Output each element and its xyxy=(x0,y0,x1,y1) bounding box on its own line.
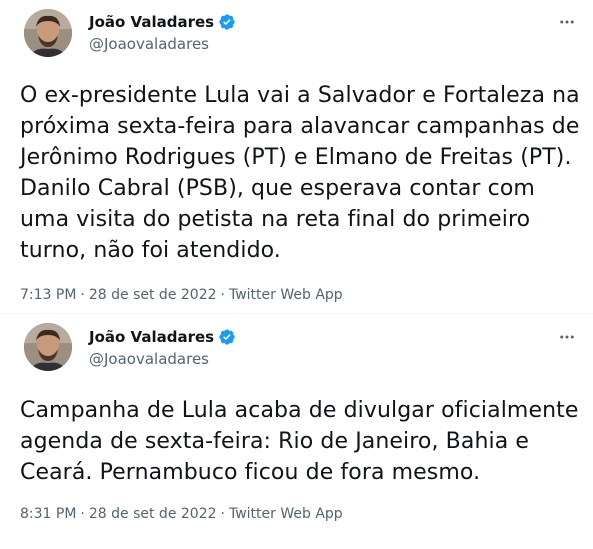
tweet-time[interactable]: 8:31 PM xyxy=(20,506,76,522)
separator: · xyxy=(220,506,225,522)
display-name[interactable]: João Valadares xyxy=(89,327,236,347)
tweet-meta: 8:31 PM · 28 de set de 2022 · Twitter Web Ap… xyxy=(20,505,343,523)
separator: · xyxy=(80,506,85,522)
tweet[interactable]: João Valadares @Joaovaladares O ex-presi… xyxy=(0,0,593,314)
display-name[interactable]: João Valadares xyxy=(89,12,236,32)
more-options-icon[interactable] xyxy=(555,12,579,32)
verified-badge-icon xyxy=(219,14,235,30)
display-name-text: João Valadares xyxy=(89,13,215,31)
avatar[interactable] xyxy=(24,9,72,57)
tweet-source[interactable]: Twitter Web App xyxy=(229,287,343,303)
author-block: João Valadares @Joaovaladares xyxy=(89,12,236,54)
handle[interactable]: @Joaovaladares xyxy=(89,349,236,369)
separator: · xyxy=(80,287,85,303)
tweet-meta: 7:13 PM · 28 de set de 2022 · Twitter Web Ap… xyxy=(20,286,343,304)
avatar[interactable] xyxy=(24,323,72,371)
handle[interactable]: @Joaovaladares xyxy=(89,34,236,54)
more-options-icon[interactable] xyxy=(555,327,579,347)
tweet-text: O ex-presidente Lula vai a Salvador e Fo… xyxy=(20,83,580,263)
tweet-date[interactable]: 28 de set de 2022 xyxy=(89,506,217,522)
verified-badge-icon xyxy=(219,329,235,345)
tweet-time[interactable]: 7:13 PM xyxy=(20,287,76,303)
separator: · xyxy=(220,287,225,303)
tweet-text: Campanha de Lula acaba de divulgar ofici… xyxy=(20,398,579,485)
tweet-date[interactable]: 28 de set de 2022 xyxy=(89,287,217,303)
display-name-text: João Valadares xyxy=(89,328,215,346)
tweet[interactable]: João Valadares @Joaovaladares Campanha d… xyxy=(0,313,593,549)
tweet-source[interactable]: Twitter Web App xyxy=(229,506,343,522)
author-block: João Valadares @Joaovaladares xyxy=(89,327,236,369)
